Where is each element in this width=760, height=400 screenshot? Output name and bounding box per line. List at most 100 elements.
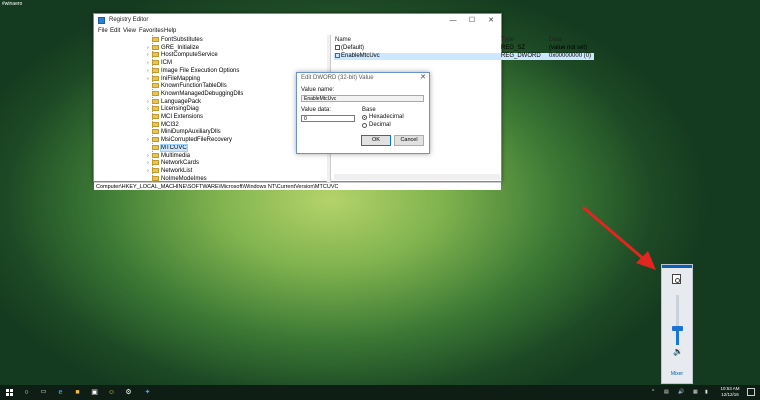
tree-item-label: NetworkCards [161,160,200,167]
folder-icon [152,75,159,81]
value-data: 0x00000000 (0) [549,53,592,59]
tree-item[interactable]: › GRE_Initialize [147,44,327,52]
folder-icon [152,44,159,50]
hexadecimal-label: Hexadecimal [369,114,404,120]
volume-tray-icon[interactable]: 🔊 [678,385,684,400]
close-button[interactable]: ✕ [482,15,500,26]
dialog-title: Edit DWORD (32-bit) Value [301,75,374,81]
windows-logo-icon [6,389,13,396]
tray-chevron-icon[interactable]: ^ [652,385,654,400]
menu-help[interactable]: Help [164,27,176,35]
tree-item-label: LanguagePack [161,98,202,105]
column-header-data[interactable]: Data [549,37,562,43]
store-icon[interactable]: ▣ [87,385,102,400]
folder-icon [152,121,159,127]
value-data-field[interactable]: 0 [301,115,355,122]
speaker-device-icon[interactable] [672,274,681,284]
dword-value-icon [335,53,340,58]
edge-icon[interactable]: e [53,385,68,400]
volume-slider-thumb[interactable] [672,325,683,331]
ok-button[interactable]: OK [361,135,391,146]
task-view-icon[interactable]: ▭ [36,385,51,400]
column-header-type[interactable]: Type [501,37,514,43]
taskbar: ○ ▭ e ■ ▣ ☺ ⚙ ✦ ^ ▤ 🔊 ▦ ▮ 10:53 AM 12/12… [0,385,760,400]
menu-view[interactable]: View [123,27,136,35]
tree-item[interactable]: FontSubstitutes [147,37,327,44]
value-name-field[interactable]: EnableMtcUvc [301,95,424,102]
folder-icon [152,52,159,58]
tree-item[interactable]: › NetworkCards [147,160,327,167]
column-header-name[interactable]: Name [335,37,351,43]
tree-item-label: MCI Extensions [161,114,204,120]
search-icon[interactable]: ○ [19,385,34,400]
tree-item-label: IniFileMapping [161,75,201,82]
folder-icon [152,83,159,89]
edit-dword-dialog[interactable]: Edit DWORD (32-bit) Value ✕ Value name: … [296,72,430,154]
tree-item-label: MsiCorruptedFileRecovery [161,137,233,144]
twitter-icon[interactable]: ✦ [140,385,155,400]
folder-icon [152,137,159,143]
folder-icon [152,114,159,119]
dialog-close-button[interactable]: ✕ [420,73,426,81]
string-value-icon [335,45,340,50]
folder-icon [152,90,159,96]
tree-item-label: MCI32 [161,121,179,128]
hexadecimal-radio[interactable] [362,115,367,120]
menu-bar: File Edit View Favorites Help [94,27,501,35]
value-data-label: Value data: [301,107,331,113]
tree-item[interactable]: › HostComputeService [147,52,327,59]
tree-item[interactable]: › ICM [147,60,327,67]
flyout-accent-bar [662,265,692,268]
mixer-link[interactable]: Mixer [662,371,692,377]
value-type: REG_DWORD [501,53,541,59]
tree-item-label: HostComputeService [161,52,218,59]
emoji-app-icon[interactable]: ☺ [104,385,119,400]
tree-item-label: Multimedia [161,152,191,159]
folder-icon [152,175,159,181]
folder-icon [152,60,159,66]
folder-icon [152,152,159,158]
menu-edit[interactable]: Edit [110,27,120,35]
corner-watermark: #winaero [2,1,23,7]
tree-item-label: MiniDumpAuxiliaryDlls [161,129,221,136]
menu-file[interactable]: File [98,27,108,35]
menu-favorites[interactable]: Favorites [139,27,164,35]
tree-item-label: FontSubstitutes [161,37,203,43]
registry-editor-icon [98,17,105,24]
folder-icon [152,106,159,112]
minimize-button[interactable]: — [444,15,462,26]
value-name-label: Value name: [301,87,335,93]
start-button[interactable] [2,385,17,400]
tree-item[interactable]: › NetworkList [147,167,327,175]
value-type: REG_SZ [501,45,526,51]
title-bar[interactable]: Registry Editor — ☐ ✕ [94,14,501,27]
folder-icon [152,160,159,166]
red-arrow-annotation [582,206,656,270]
network-icon[interactable]: ▤ [664,385,669,400]
values-horizontal-scrollbar[interactable] [334,174,500,180]
value-row[interactable]: (Default) REG_SZ (value not set) [334,45,594,52]
settings-icon[interactable]: ⚙ [121,385,136,400]
value-name: EnableMtcUvc [341,53,380,59]
value-data: (value not set) [549,45,588,51]
decimal-radio[interactable] [362,123,367,128]
maximize-button[interactable]: ☐ [463,15,481,26]
tree-item-label: MTCUVC [160,143,188,152]
speaker-mute-icon[interactable]: 🔉 [673,347,683,356]
keyboard-icon[interactable]: ▦ [693,385,698,400]
tree-item-label: GRE_Initialize [161,44,200,51]
tree-item-label: ICM [161,60,172,67]
folder-icon [152,67,159,73]
taskbar-clock[interactable]: 10:53 AM 12/12/16 [716,386,744,398]
battery-icon[interactable]: ▮ [705,385,708,400]
value-row-selected[interactable]: EnableMtcUvc REG_DWORD 0x00000000 (0) [334,53,594,60]
tree-item-label: LicensingDiag [161,106,199,113]
folder-icon [152,144,159,150]
base-group: Hexadecimal Decimal [360,113,423,135]
action-center-icon[interactable] [747,388,755,396]
folder-icon [152,129,159,135]
file-explorer-icon[interactable]: ■ [70,385,85,400]
cancel-button[interactable]: Cancel [394,135,424,146]
volume-flyout[interactable]: 🔉 Mixer [661,264,693,384]
decimal-label: Decimal [369,122,391,128]
